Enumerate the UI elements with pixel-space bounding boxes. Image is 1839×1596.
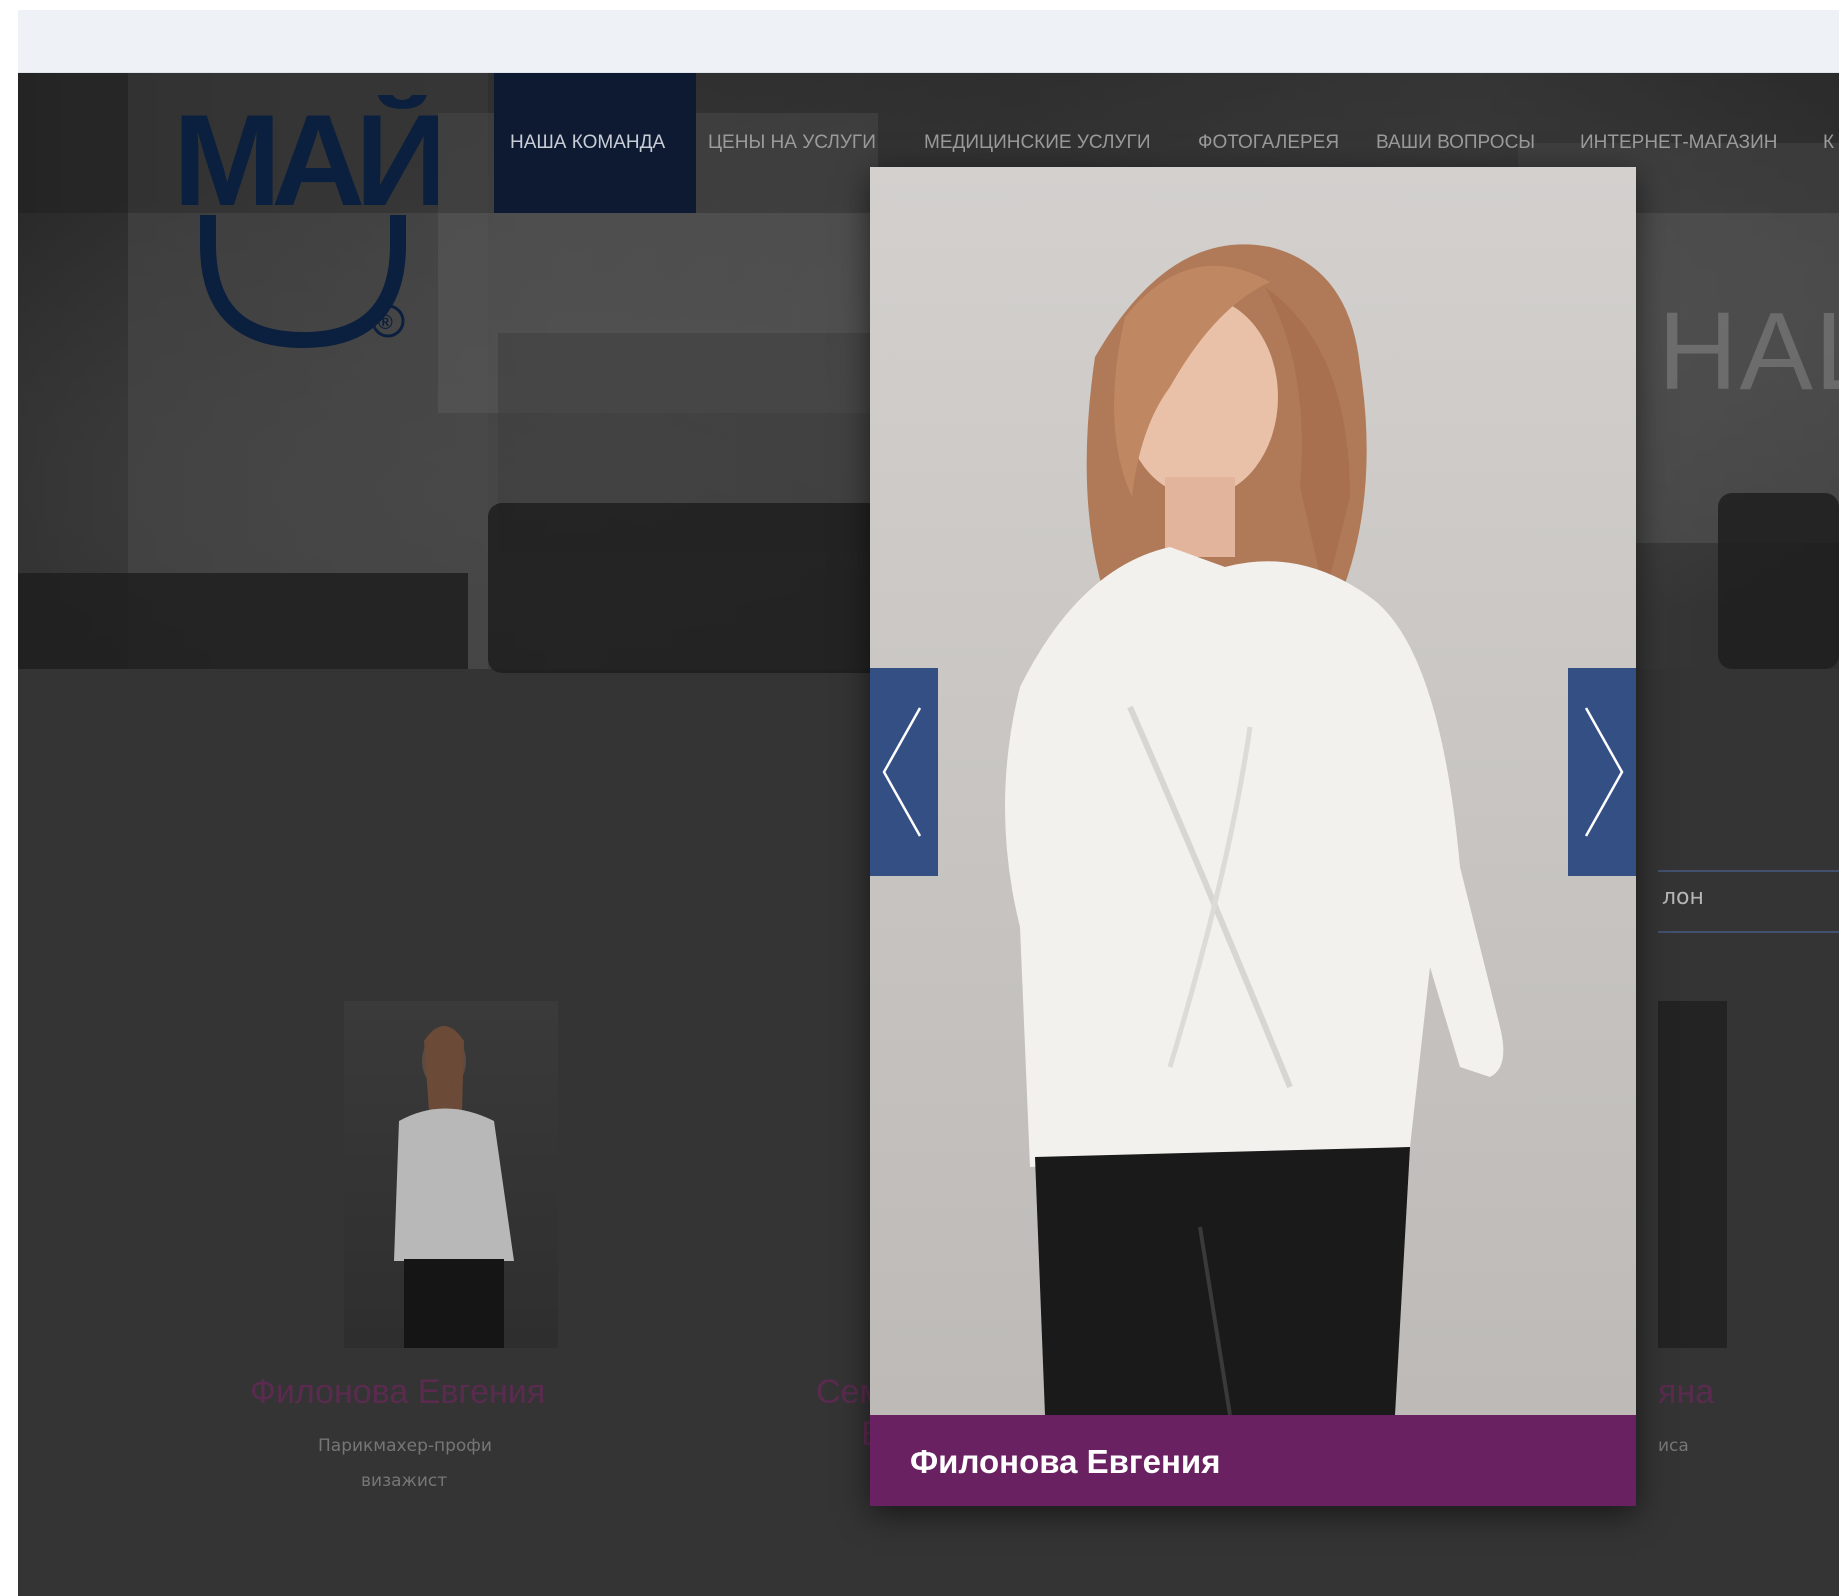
subnav-text[interactable]: лон: [1662, 885, 1704, 910]
chevron-left-icon: [882, 707, 922, 837]
nav-item-team[interactable]: НАША КОМАНДА: [494, 73, 696, 213]
chevron-right-icon: [1584, 707, 1624, 837]
logo-registered: ®: [378, 312, 393, 334]
lightbox-caption-bar: Филонова Евгения: [870, 1415, 1636, 1506]
lightbox-next-button[interactable]: [1568, 668, 1636, 876]
team-member-role: иса: [1658, 1436, 1689, 1456]
logo-text: МАЙ: [173, 95, 438, 233]
team-member-name[interactable]: яна: [1658, 1373, 1714, 1412]
lightbox-photo: [870, 167, 1636, 1416]
team-member-photo[interactable]: [344, 1001, 558, 1348]
team-member-name[interactable]: Филонова Евгения: [250, 1373, 545, 1412]
browser-toolbar: [18, 10, 1839, 73]
subnav-divider-bottom: [1658, 931, 1839, 933]
nav-item-contacts[interactable]: К: [1823, 73, 1834, 213]
logo-mark-icon: МАЙ ®: [173, 87, 450, 349]
hero-heading: НАШ: [1658, 290, 1839, 413]
subnav-divider-top: [1658, 870, 1839, 872]
lightbox-modal: Филонова Евгения: [870, 167, 1636, 1506]
lightbox-prev-button[interactable]: [870, 668, 938, 876]
team-member-photo[interactable]: [1658, 1001, 1727, 1348]
logo[interactable]: МАЙ ®: [168, 87, 450, 355]
nav-item-prices[interactable]: ЦЕНЫ НА УСЛУГИ: [708, 73, 876, 213]
team-member-role: визажист: [361, 1471, 448, 1491]
lightbox-caption: Филонова Евгения: [910, 1443, 1221, 1480]
team-member-role: Парикмахер-профи: [318, 1436, 492, 1456]
